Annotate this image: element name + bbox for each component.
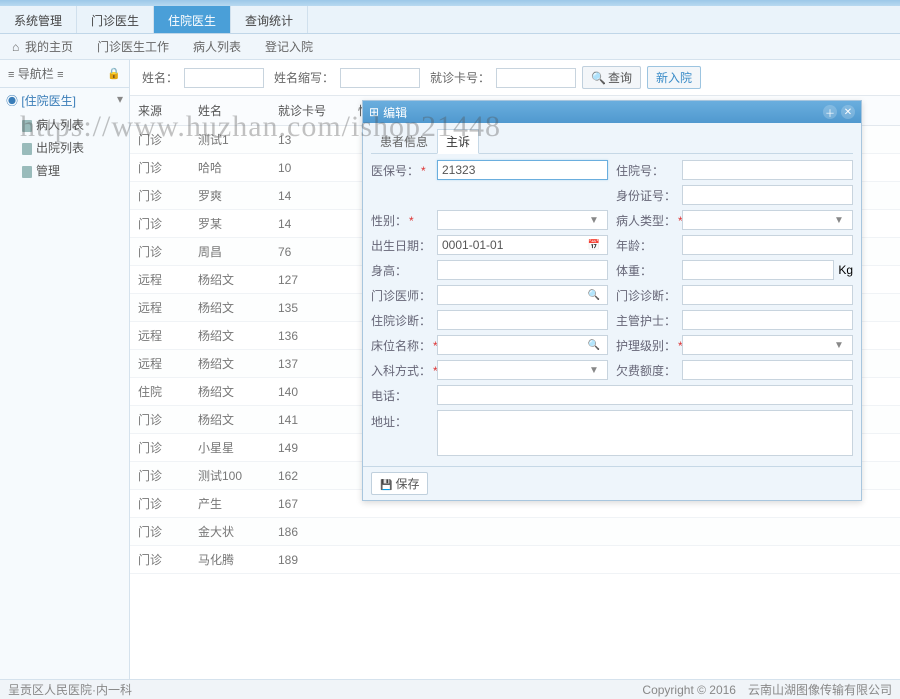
lock-icon[interactable]: 🔒 bbox=[107, 67, 121, 80]
subtab-register[interactable]: 登记入院 bbox=[253, 34, 325, 59]
inpatient-input[interactable] bbox=[682, 160, 853, 180]
table-row[interactable]: 门诊金大状186 bbox=[130, 518, 900, 546]
addr-input[interactable] bbox=[437, 410, 853, 456]
caret-icon: ▼ bbox=[585, 215, 603, 226]
card-label: 就诊卡号： bbox=[430, 69, 490, 86]
tab-system[interactable]: 系统管理 bbox=[0, 6, 77, 33]
footer-left: 呈贡区人民医院·内一科 bbox=[8, 681, 132, 698]
subtab-home[interactable]: ⌂我的主页 bbox=[0, 34, 85, 59]
lbl-sex: 性别： bbox=[371, 212, 429, 229]
file-icon bbox=[22, 143, 32, 155]
main-tabs: 系统管理 门诊医生 住院医生 查询统计 bbox=[0, 6, 900, 34]
way-select[interactable]: ▼ bbox=[437, 360, 608, 380]
col-name[interactable]: 姓名 bbox=[190, 96, 270, 126]
edit-modal: ⊞ 编辑 ＋ ✕ 患者信息 主诉 医保号： 住院号： 身份证号： 性别： ▼ 病人… bbox=[362, 100, 862, 501]
lbl-age: 年龄： bbox=[616, 237, 674, 254]
weight-input[interactable] bbox=[682, 260, 834, 280]
height-input[interactable] bbox=[437, 260, 608, 280]
caret-icon: ▼ bbox=[830, 215, 848, 226]
diag-input[interactable] bbox=[682, 285, 853, 305]
tree-root[interactable]: ◉ [住院医生]▾ bbox=[0, 88, 129, 113]
phone-input[interactable] bbox=[437, 385, 853, 405]
sex-select[interactable]: ▼ bbox=[437, 210, 608, 230]
subtab-patients[interactable]: 病人列表 bbox=[181, 34, 253, 59]
sub-tabs: ⌂我的主页 门诊医生工作 病人列表 登记入院 bbox=[0, 34, 900, 60]
modal-header: ⊞ 编辑 ＋ ✕ bbox=[363, 101, 861, 123]
bed-lookup[interactable]: 🔍 bbox=[437, 335, 608, 355]
medins-input[interactable] bbox=[437, 160, 608, 180]
table-row[interactable]: 门诊马化腾189 bbox=[130, 546, 900, 574]
lbl-weight: 体重： bbox=[616, 262, 674, 279]
sidebar: ≡ 导航栏 ≡ 🔒 ◉ [住院医生]▾ 病人列表 出院列表 管理 bbox=[0, 60, 130, 679]
name-input[interactable] bbox=[184, 68, 264, 88]
deposit-input[interactable] bbox=[682, 360, 853, 380]
filter-bar: 姓名： 姓名缩写： 就诊卡号： 🔍查询 新入院 bbox=[130, 60, 900, 96]
calendar-icon[interactable]: 📅 bbox=[585, 240, 603, 251]
menu-icon-2: ≡ bbox=[57, 69, 63, 81]
birth-input[interactable]: 📅 bbox=[437, 235, 608, 255]
search-icon[interactable]: 🔍 bbox=[585, 290, 603, 301]
lbl-bed: 床位名称： bbox=[371, 337, 429, 354]
home-icon: ⌂ bbox=[12, 40, 22, 50]
search-icon: 🔍 bbox=[591, 71, 606, 85]
save-icon: 💾 bbox=[380, 480, 392, 491]
tab-outpatient[interactable]: 门诊医生 bbox=[77, 6, 154, 33]
nurse-input[interactable] bbox=[682, 310, 853, 330]
modal-tab-info[interactable]: 患者信息 bbox=[371, 129, 437, 153]
level-select[interactable]: ▼ bbox=[682, 335, 853, 355]
lbl-height: 身高： bbox=[371, 262, 429, 279]
footer-right: Copyright © 2016 云南山湖图像传输有限公司 bbox=[642, 681, 892, 698]
expand-icon[interactable]: ＋ bbox=[823, 105, 837, 119]
lbl-diag: 门诊诊断： bbox=[616, 287, 674, 304]
age-input[interactable] bbox=[682, 235, 853, 255]
pinyin-label: 姓名缩写： bbox=[274, 69, 334, 86]
col-src[interactable]: 来源 bbox=[130, 96, 190, 126]
name-label: 姓名： bbox=[142, 69, 178, 86]
lbl-idcard: 身份证号： bbox=[616, 187, 674, 204]
tab-inpatient[interactable]: 住院医生 bbox=[154, 6, 231, 33]
lbl-level: 护理级别： bbox=[616, 337, 674, 354]
save-button[interactable]: 💾保存 bbox=[371, 472, 428, 495]
file-icon bbox=[22, 166, 32, 178]
lbl-inpatient: 住院号： bbox=[616, 162, 674, 179]
tab-stats[interactable]: 查询统计 bbox=[231, 6, 308, 33]
subtab-outwork[interactable]: 门诊医生工作 bbox=[85, 34, 181, 59]
lbl-way: 入科方式： bbox=[371, 362, 429, 379]
pinyin-input[interactable] bbox=[340, 68, 420, 88]
doctor-lookup[interactable]: 🔍 bbox=[437, 285, 608, 305]
ptype-select[interactable]: ▼ bbox=[682, 210, 853, 230]
lbl-ptype: 病人类型： bbox=[616, 212, 674, 229]
footer: 呈贡区人民医院·内一科 Copyright © 2016 云南山湖图像传输有限公… bbox=[0, 679, 900, 699]
modal-tab-complaint[interactable]: 主诉 bbox=[437, 129, 479, 154]
lbl-doctor: 门诊医师： bbox=[371, 287, 429, 304]
search-button[interactable]: 🔍查询 bbox=[582, 66, 641, 89]
kg-unit: Kg bbox=[838, 263, 853, 277]
caret-icon: ▼ bbox=[585, 365, 603, 376]
tree-item-patients[interactable]: 病人列表 bbox=[18, 113, 129, 136]
tree-item-manage[interactable]: 管理 bbox=[18, 159, 129, 182]
lbl-nurse: 主管护士： bbox=[616, 312, 674, 329]
tree-item-discharge[interactable]: 出院列表 bbox=[18, 136, 129, 159]
new-admit-button[interactable]: 新入院 bbox=[647, 66, 701, 89]
lbl-indiag: 住院诊断： bbox=[371, 312, 429, 329]
modal-title: 编辑 bbox=[383, 104, 407, 121]
chevron-down-icon: ▾ bbox=[117, 92, 123, 106]
lbl-deposit: 欠费额度： bbox=[616, 362, 674, 379]
card-input[interactable] bbox=[496, 68, 576, 88]
menu-icon: ≡ bbox=[8, 69, 14, 81]
grid-icon: ⊞ bbox=[369, 105, 379, 119]
file-icon bbox=[22, 120, 32, 132]
lbl-medins: 医保号： bbox=[371, 162, 429, 179]
lbl-phone: 电话： bbox=[371, 387, 429, 404]
search-icon[interactable]: 🔍 bbox=[585, 340, 603, 351]
indiag-input[interactable] bbox=[437, 310, 608, 330]
caret-icon: ▼ bbox=[830, 340, 848, 351]
close-icon[interactable]: ✕ bbox=[841, 105, 855, 119]
sidebar-title: 导航栏 bbox=[18, 67, 54, 81]
col-card[interactable]: 就诊卡号 bbox=[270, 96, 350, 126]
lbl-birth: 出生日期： bbox=[371, 237, 429, 254]
lbl-addr: 地址： bbox=[371, 410, 429, 430]
idcard-input[interactable] bbox=[682, 185, 853, 205]
